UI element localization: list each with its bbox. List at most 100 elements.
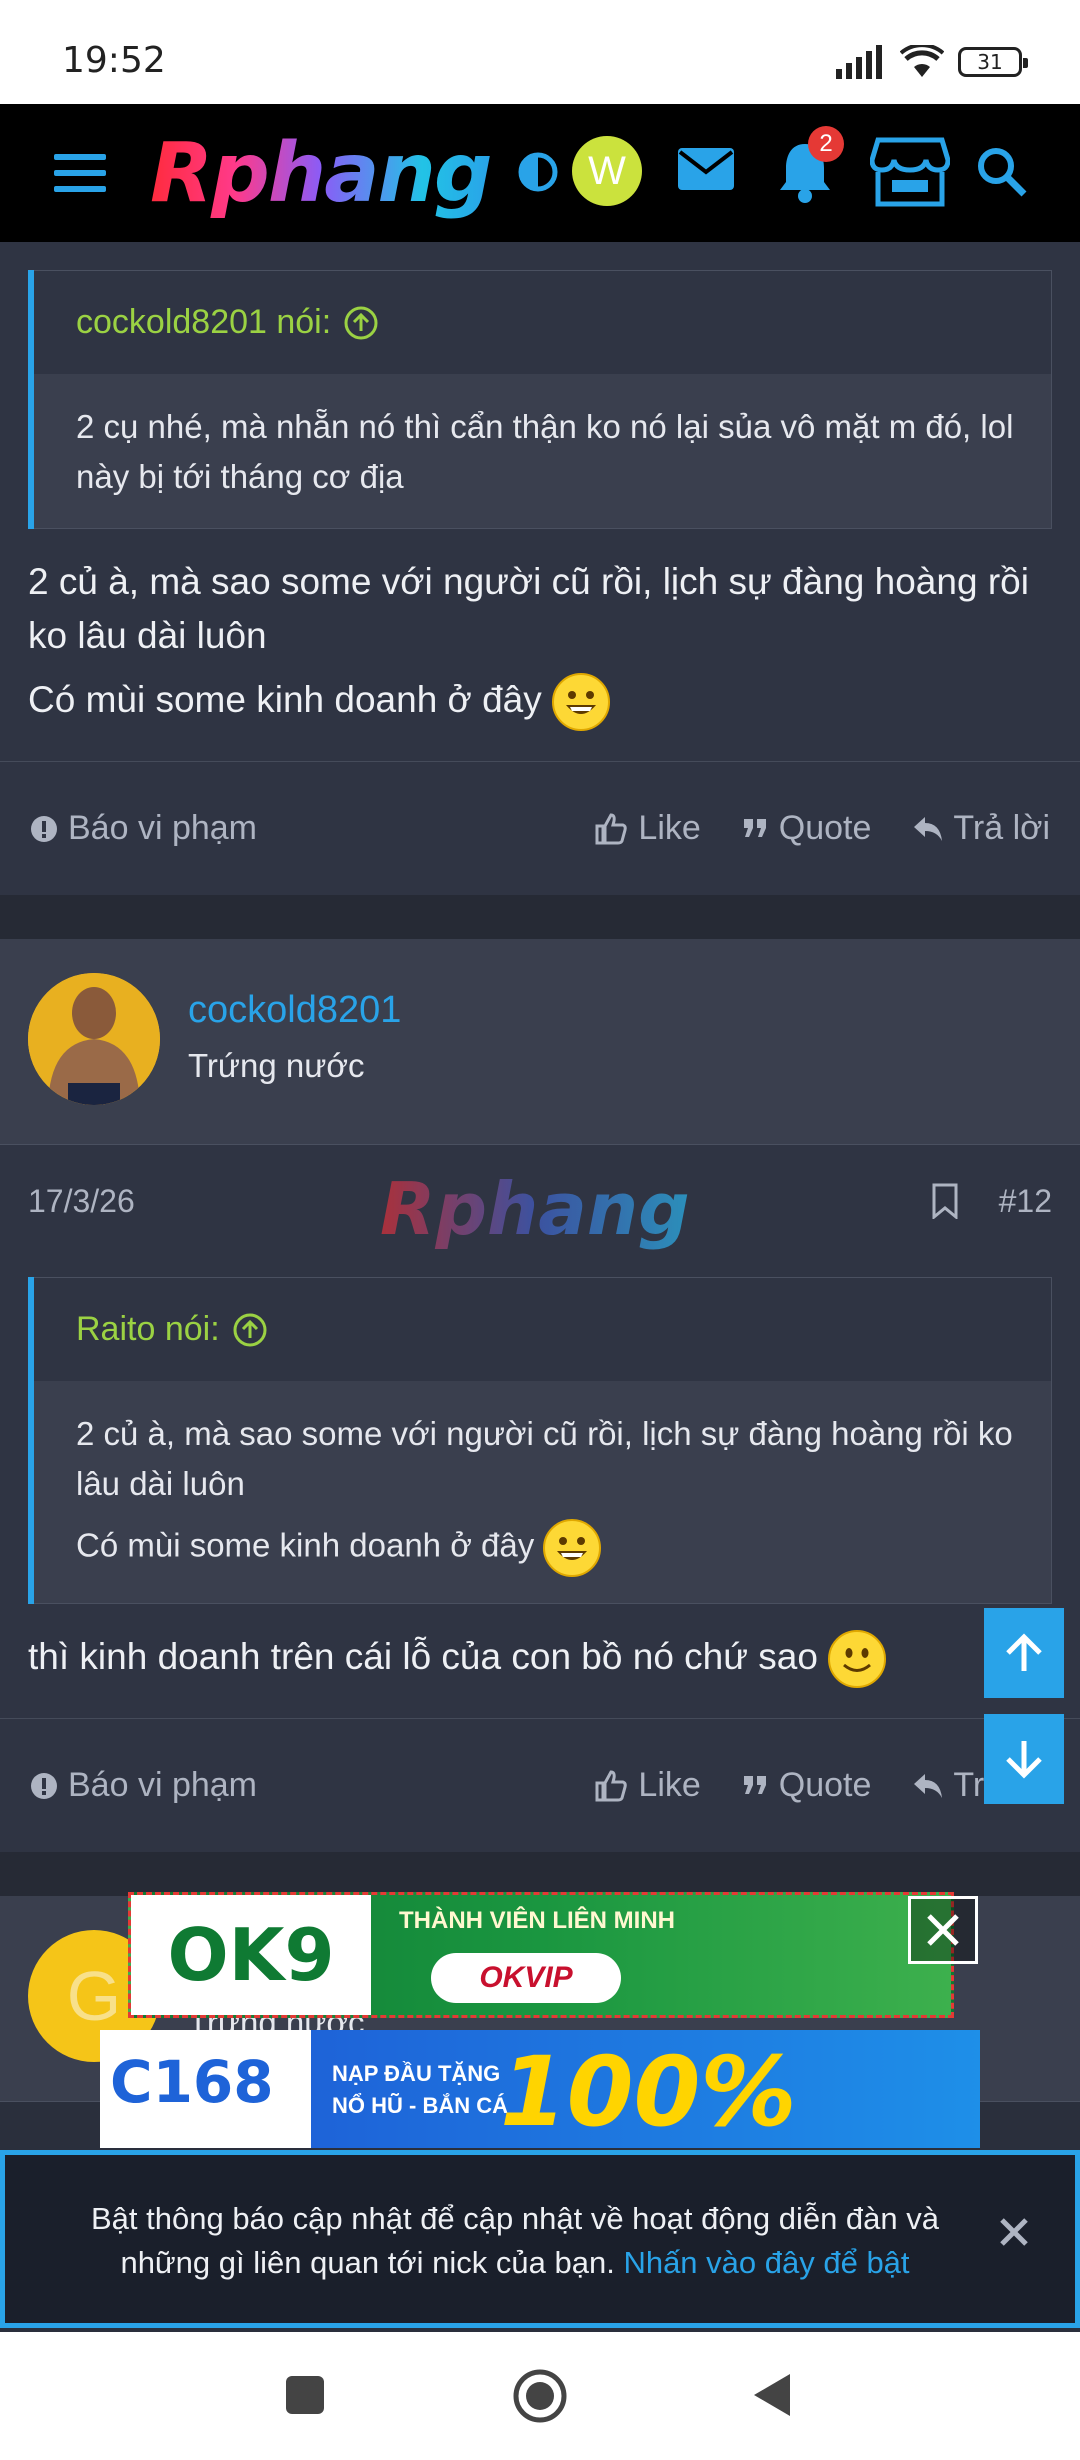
alert-icon	[31, 815, 57, 842]
like-label: Like	[638, 1766, 701, 1805]
notice-link[interactable]: Nhấn vào đây để bật	[623, 2245, 909, 2280]
status-bar: 19:52 31	[0, 0, 1080, 104]
ad-close-button[interactable]	[908, 1896, 978, 1964]
thumbs-up-icon	[595, 813, 628, 845]
post-meta: 17/3/26 Rphang #12	[0, 1145, 1080, 1277]
author-avatar[interactable]	[28, 973, 160, 1106]
system-navigation-bar	[0, 2332, 1080, 2460]
report-label: Báo vi phạm	[68, 809, 257, 848]
quote-label: Quote	[778, 809, 872, 848]
post: cockold8201 nói: 2 cụ nhé, mà nhẵn nó th…	[0, 242, 1080, 896]
recents-icon[interactable]	[284, 2374, 326, 2416]
site-logo[interactable]: Rphang	[150, 126, 493, 221]
post-author: cockold8201 Trứng nước	[0, 939, 1080, 1146]
battery-level: 31	[977, 50, 1003, 74]
quote-author: cockold8201 nói:	[76, 303, 332, 341]
user-avatar[interactable]: W	[572, 136, 642, 206]
like-button[interactable]: Like	[594, 1766, 701, 1805]
reply-button[interactable]: Trả lời	[913, 809, 1050, 848]
post-message: thì kinh doanh trên cái lỗ của con bồ nó…	[0, 1604, 1080, 1718]
battery-icon: 31	[958, 47, 1028, 77]
quote-text: 2 cụ nhé, mà nhẵn nó thì cẩn thận ko nó …	[34, 374, 1052, 529]
notification-badge: 2	[808, 126, 844, 162]
like-label: Like	[638, 809, 701, 848]
ad-text: THÀNH VIÊN LIÊN MINH	[399, 1907, 675, 1934]
quote-block: cockold8201 nói: 2 cụ nhé, mà nhẵn nó th…	[28, 270, 1052, 529]
author-role: Trứng nước	[188, 1047, 365, 1085]
theme-toggle-icon[interactable]	[516, 150, 560, 194]
bookmark-icon[interactable]	[930, 1183, 960, 1220]
status-time: 19:52	[62, 40, 166, 81]
thread-content: cockold8201 nói: 2 cụ nhé, mà nhẵn nó th…	[0, 242, 1080, 2103]
arrow-up-circle-icon[interactable]	[343, 305, 379, 341]
ad-brand: C168	[110, 2048, 274, 2116]
report-label: Báo vi phạm	[68, 1766, 257, 1805]
menu-icon[interactable]	[54, 154, 106, 194]
status-icons: 31	[836, 42, 1028, 82]
post: 17/3/26 Rphang #12 Raito nói: 2 củ à, mà…	[0, 1145, 1080, 1853]
ad-headline: 100%	[500, 2036, 797, 2148]
wifi-icon	[900, 45, 944, 77]
like-button[interactable]: Like	[594, 809, 701, 848]
ad-badge: OKVIP	[431, 1953, 621, 2003]
quote-button[interactable]: Quote	[743, 1766, 871, 1805]
author-avatar-letter: G	[66, 1957, 122, 2036]
scroll-top-button[interactable]	[984, 1608, 1064, 1698]
home-icon[interactable]	[512, 2368, 568, 2424]
post-separator	[0, 895, 1080, 940]
grin-emoji-icon	[543, 1519, 602, 1578]
quote-button[interactable]: Quote	[743, 809, 872, 848]
message-line: thì kinh doanh trên cái lỗ của con bồ nó…	[28, 1636, 818, 1678]
post-actions: Báo vi phạm Like Quote Trả lời	[0, 761, 1080, 895]
quote-block: Raito nói: 2 củ à, mà sao some với người…	[28, 1277, 1052, 1605]
close-icon	[927, 1914, 959, 1946]
quote-icon	[743, 1775, 766, 1794]
author-username[interactable]: cockold8201	[188, 989, 401, 1032]
post-number[interactable]: #12	[999, 1183, 1052, 1220]
quote-author: Raito nói:	[76, 1310, 220, 1349]
quote-text: 2 củ à, mà sao some với người cũ rồi, lị…	[34, 1381, 1052, 1605]
post-actions: Báo vi phạm Like Quote Trả lời	[0, 1718, 1080, 1852]
quote-header[interactable]: cockold8201 nói:	[34, 270, 1052, 374]
alert-icon	[31, 1772, 57, 1799]
close-icon[interactable]	[997, 2215, 1031, 2249]
watermark-logo: Rphang	[380, 1167, 690, 1252]
post-separator	[0, 1852, 1080, 1897]
reply-label: Trả lời	[953, 809, 1050, 848]
smile-emoji-icon	[828, 1630, 887, 1689]
ad-banner-ok9[interactable]: OK9 THÀNH VIÊN LIÊN MINH OKVIP	[128, 1892, 954, 2018]
notice-text: Bật thông báo cập nhật để cập nhật về ho…	[45, 2197, 985, 2285]
arrow-up-circle-icon[interactable]	[232, 1312, 268, 1348]
push-notice-banner: Bật thông báo cập nhật để cập nhật về ho…	[0, 2150, 1080, 2328]
report-button[interactable]: Báo vi phạm	[30, 1766, 257, 1805]
quote-icon	[743, 818, 766, 837]
quote-line-row: Có mùi some kinh doanh ở đây	[76, 1519, 1021, 1578]
search-icon[interactable]	[976, 146, 1028, 198]
scroll-bottom-button[interactable]	[984, 1714, 1064, 1804]
signal-icon	[836, 45, 882, 79]
message-line: Có mùi some kinh doanh ở đây	[28, 679, 542, 720]
ad-banner-c168[interactable]: C168 NẠP ĐẦU TẶNG NỔ HŨ - BẮN CÁ 100%	[100, 2030, 980, 2148]
arrow-up-icon	[1006, 1633, 1042, 1671]
ad-line: NẠP ĐẦU TẶNG	[332, 2061, 501, 2086]
thumbs-up-icon	[595, 1770, 628, 1802]
back-icon[interactable]	[752, 2372, 792, 2418]
quote-line: 2 củ à, mà sao some với người cũ rồi, lị…	[76, 1415, 1013, 1503]
arrow-down-icon	[1006, 1741, 1042, 1779]
message-line-row: Có mùi some kinh doanh ở đây	[28, 673, 1052, 732]
grin-emoji-icon	[552, 673, 611, 732]
reply-icon	[914, 1773, 943, 1798]
quote-line: Có mùi some kinh doanh ở đây	[76, 1526, 535, 1564]
ad-small-text: NẠP ĐẦU TẶNG NỔ HŨ - BẮN CÁ	[332, 2058, 508, 2122]
top-navigation: Rphang W 2	[0, 104, 1080, 242]
ad-brand: OK9	[131, 1895, 371, 2015]
report-button[interactable]: Báo vi phạm	[30, 809, 257, 848]
quote-header[interactable]: Raito nói:	[34, 1277, 1052, 1382]
post-date[interactable]: 17/3/26	[28, 1183, 135, 1220]
mail-icon[interactable]	[676, 144, 736, 194]
post-message: 2 củ à, mà sao some với người cũ rồi, lị…	[0, 529, 1080, 761]
reply-icon	[914, 816, 943, 841]
store-icon[interactable]	[870, 136, 950, 208]
message-line: 2 củ à, mà sao some với người cũ rồi, lị…	[28, 561, 1029, 656]
ad-line: NỔ HŨ - BẮN CÁ	[332, 2093, 508, 2118]
